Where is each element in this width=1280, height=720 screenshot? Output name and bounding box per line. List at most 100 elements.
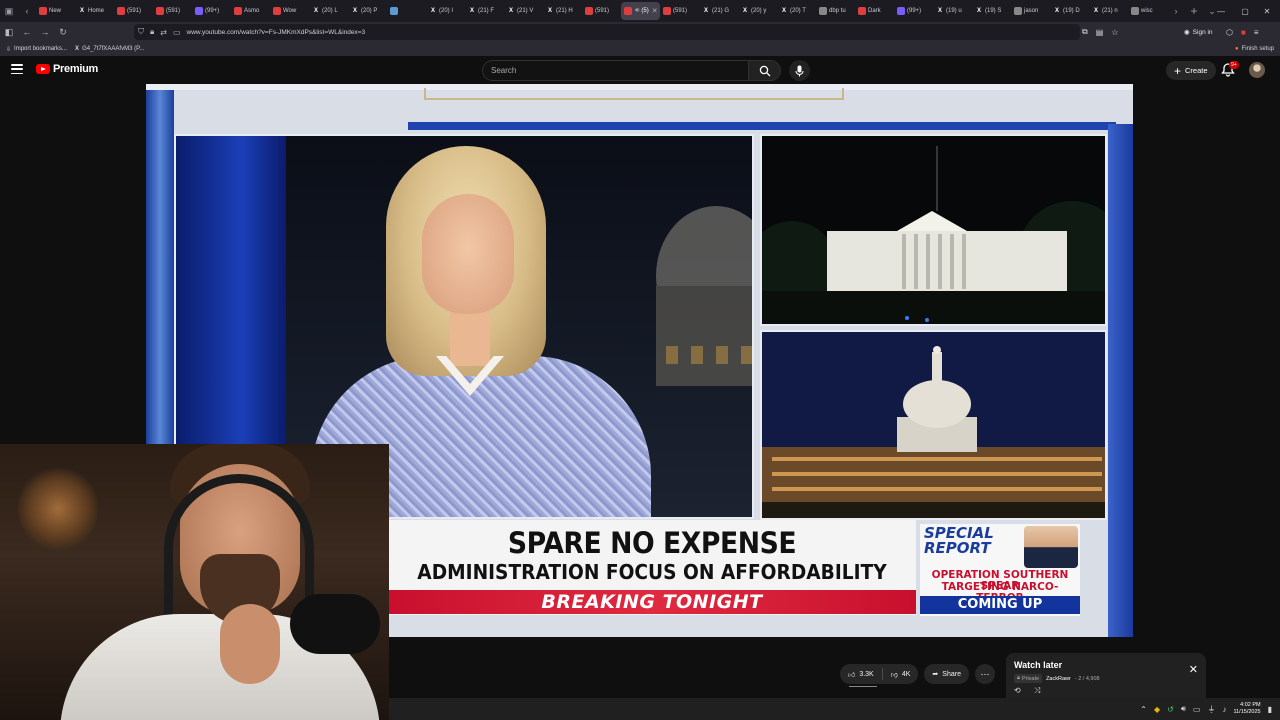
notification-center-icon[interactable]: ▮ <box>1268 705 1272 714</box>
browser-tab[interactable]: (591) <box>582 2 621 20</box>
scroll-tabs-right-icon[interactable]: › <box>1167 0 1185 22</box>
tab-label: Asmo <box>244 8 260 14</box>
speaker-icon[interactable]: 🔊︎ <box>635 7 639 15</box>
reader-view-icon[interactable]: ▤ <box>1096 28 1104 37</box>
close-window-icon[interactable]: ✕ <box>1256 0 1278 22</box>
search-input[interactable]: Search <box>482 60 749 81</box>
browser-tab[interactable]: (591) <box>660 2 699 20</box>
create-button[interactable]: + Create <box>1166 61 1216 80</box>
browser-tab[interactable]: Wow <box>270 2 309 20</box>
guide-menu-icon[interactable] <box>11 64 23 74</box>
like-separator <box>881 668 883 680</box>
tracking-shield-icon[interactable]: ⛉ <box>138 27 144 37</box>
tab-list-icon[interactable]: ▣ <box>0 0 18 22</box>
clock[interactable]: 4:02 PM 11/15/2025 <box>1233 702 1260 716</box>
browser-tab[interactable]: X Home <box>75 2 114 20</box>
tray-app-icon[interactable]: ◆ <box>1154 705 1160 714</box>
sidebar-toggle-icon[interactable]: ◧ <box>0 22 18 42</box>
youtube-premium-logo[interactable]: Premium <box>36 63 98 75</box>
browser-tab[interactable]: wisc <box>1128 2 1167 20</box>
browser-tab[interactable]: jason <box>1011 2 1050 20</box>
extensions-icon[interactable]: ⬡ <box>1226 28 1233 37</box>
search-icon <box>759 65 770 76</box>
browser-tab[interactable]: X (20) L <box>309 2 348 20</box>
permissions-icon[interactable]: ⇄ <box>160 28 167 37</box>
browser-tab[interactable]: X (21) n <box>1089 2 1128 20</box>
browser-tab[interactable] <box>387 2 426 20</box>
browser-tab[interactable]: 🔊︎ (5) ✕ <box>621 2 660 20</box>
close-playlist-icon[interactable]: ✕ <box>1189 663 1198 676</box>
tab-label: (21) n <box>1102 8 1118 14</box>
sign-in-button[interactable]: ◉ Sign in <box>1184 26 1213 38</box>
scroll-tabs-left-icon[interactable]: ‹ <box>18 0 36 22</box>
browser-tab[interactable]: X (20) I <box>426 2 465 20</box>
media-icon[interactable]: ▭ <box>173 28 181 37</box>
account-avatar[interactable] <box>1249 62 1265 78</box>
loop-icon[interactable]: ⟲ <box>1014 686 1021 695</box>
browser-tab[interactable]: (99+) <box>192 2 231 20</box>
finish-setup-label: Finish setup <box>1241 46 1274 52</box>
maximize-icon[interactable]: ▢ <box>1234 0 1256 22</box>
bookmark-x-post[interactable]: X G4_7t7fXAAAfvM3 (P... <box>75 46 144 52</box>
playlist-title[interactable]: Watch later <box>1014 660 1062 670</box>
browser-tab[interactable]: dbp tu <box>816 2 855 20</box>
like-button[interactable]: 👍︎ 3.3K <box>848 670 874 679</box>
tab-label: (20) y <box>751 8 767 14</box>
browser-tab[interactable]: New <box>36 2 75 20</box>
x-icon: X <box>313 8 318 14</box>
lock-icon[interactable]: 🔒︎ <box>150 27 154 37</box>
url-text[interactable]: www.youtube.com/watch?v=Fs-JMKmXdPs&list… <box>187 29 366 36</box>
bookmark-star-icon[interactable]: ☆ <box>1111 28 1118 37</box>
voice-search-button[interactable] <box>789 60 810 81</box>
browser-tab[interactable]: (591) <box>114 2 153 20</box>
reload-icon[interactable]: ↻ <box>54 22 72 42</box>
browser-tab[interactable]: X (21) V <box>504 2 543 20</box>
close-tab-icon[interactable]: ✕ <box>652 7 658 15</box>
address-bar[interactable]: ⛉ 🔒︎ ⇄ ▭ www.youtube.com/watch?v=Fs-JMKm… <box>134 24 1080 40</box>
tab-label: (21) V <box>517 8 534 14</box>
browser-tab[interactable]: (591) <box>153 2 192 20</box>
youtube-icon <box>624 7 632 15</box>
tab-label: (19) S <box>985 8 1002 14</box>
browser-tab[interactable]: Asmo <box>231 2 270 20</box>
display-icon[interactable]: ▭ <box>1193 705 1201 714</box>
browser-tab[interactable]: X (19) u <box>933 2 972 20</box>
browser-tab[interactable]: X (21) F <box>465 2 504 20</box>
more-actions-icon[interactable]: ⋯ <box>974 664 995 684</box>
search-button[interactable] <box>749 60 781 81</box>
network-icon[interactable]: ⏚ <box>1207 704 1215 715</box>
x-icon: X <box>75 46 80 52</box>
video-bg-bar <box>408 122 1116 130</box>
browser-tab[interactable]: X (19) D <box>1050 2 1089 20</box>
minimize-icon[interactable]: — <box>1210 0 1232 22</box>
tray-sync-icon[interactable]: ↺ <box>1167 705 1174 714</box>
back-icon[interactable]: ← <box>18 22 36 42</box>
browser-tab[interactable]: X (19) S <box>972 2 1011 20</box>
youtube-icon <box>273 7 281 15</box>
browser-tab[interactable]: Dark <box>855 2 894 20</box>
shuffle-icon[interactable]: ⤨ <box>1034 686 1040 696</box>
video-actions: 👍︎ 3.3K 👎︎ 4K ➦ Share ⋯ <box>840 664 995 684</box>
finish-setup-button[interactable]: ● Finish setup <box>1235 42 1274 56</box>
watch-later-panel: Watch later 🔒︎ Private ZackRawr - 2 / 4,… <box>1006 653 1206 700</box>
browser-tab[interactable]: X (21) H <box>543 2 582 20</box>
browser-tab[interactable]: X (20) P <box>348 2 387 20</box>
share-button[interactable]: ➦ Share <box>924 664 969 684</box>
bookmark-import[interactable]: ⇩ Import bookmarks... <box>6 46 67 53</box>
volume-icon[interactable]: 🔊︎ <box>1181 704 1186 714</box>
browser-tab[interactable]: X (20) y <box>738 2 777 20</box>
tray-chevron-icon[interactable]: ⌃ <box>1140 705 1147 714</box>
special-report-box: SPECIAL REPORT OPERATION SOUTHERN SPEAR … <box>920 524 1080 616</box>
dislike-button[interactable]: 👎︎ 4K <box>891 670 911 679</box>
sound-icon[interactable]: ♪ <box>1222 705 1226 714</box>
translate-icon[interactable]: ⧉ <box>1082 27 1088 37</box>
browser-tab[interactable]: X (21) G <box>699 2 738 20</box>
playlist-owner[interactable]: ZackRawr <box>1046 676 1071 682</box>
browser-tab[interactable]: X (20) T <box>777 2 816 20</box>
new-tab-icon[interactable]: + <box>1185 0 1203 22</box>
browser-tab[interactable]: (99+) <box>894 2 933 20</box>
extension-red-icon[interactable]: ■ <box>1241 28 1246 37</box>
breaking-tonight-bar: BREAKING TONIGHT <box>388 590 916 614</box>
forward-icon[interactable]: → <box>36 22 54 42</box>
app-menu-icon[interactable]: ≡ <box>1254 28 1259 37</box>
